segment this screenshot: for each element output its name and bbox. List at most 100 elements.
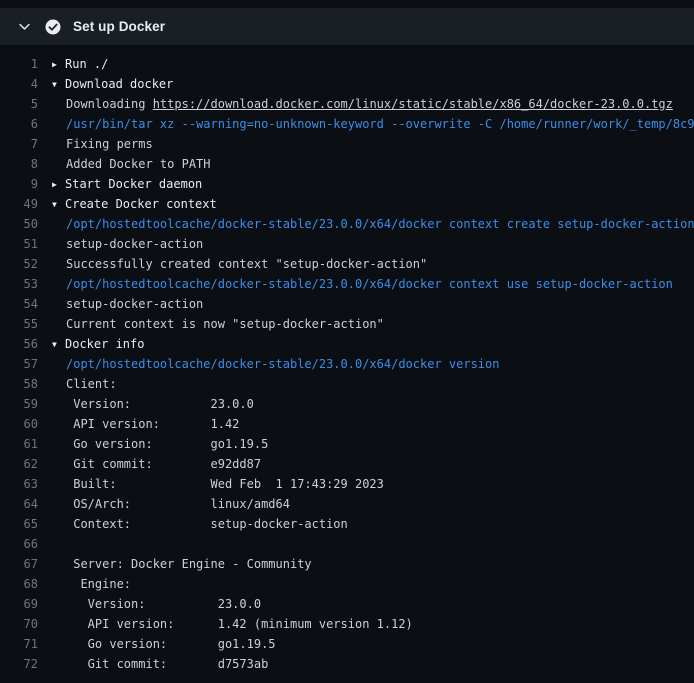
log-text: Downloading https://download.docker.com/…	[52, 97, 694, 111]
log-text: Context: setup-docker-action	[52, 517, 694, 531]
line-number[interactable]: 72	[0, 657, 52, 671]
log-group-header[interactable]: 1▶Run ./	[0, 54, 694, 74]
check-circle-success-icon	[45, 19, 61, 35]
log-group-header[interactable]: 49▼Create Docker context	[0, 194, 694, 214]
command-text: /opt/hostedtoolcache/docker-stable/23.0.…	[52, 217, 694, 231]
triangle-down-icon[interactable]: ▼	[52, 80, 65, 89]
line-number[interactable]: 60	[0, 417, 52, 431]
line-number[interactable]: 63	[0, 477, 52, 491]
line-number[interactable]: 4	[0, 77, 52, 91]
line-number[interactable]: 56	[0, 337, 52, 351]
line-number[interactable]: 7	[0, 137, 52, 151]
log-line: 66	[0, 534, 694, 554]
line-number[interactable]: 9	[0, 177, 52, 191]
log-line: 58Client:	[0, 374, 694, 394]
group-title: Start Docker daemon	[65, 177, 202, 191]
log-line: 64 OS/Arch: linux/amd64	[0, 494, 694, 514]
log-text: Go version: go1.19.5	[52, 637, 694, 651]
log-text: Client:	[52, 377, 694, 391]
line-number[interactable]: 55	[0, 317, 52, 331]
log-line: 57/opt/hostedtoolcache/docker-stable/23.…	[0, 354, 694, 374]
line-number[interactable]: 70	[0, 617, 52, 631]
log-group-header[interactable]: 9▶Start Docker daemon	[0, 174, 694, 194]
line-number[interactable]: 64	[0, 497, 52, 511]
log-line: 52Successfully created context "setup-do…	[0, 254, 694, 274]
step-title: Set up Docker	[73, 19, 165, 34]
log-text: Version: 23.0.0	[52, 397, 694, 411]
line-number[interactable]: 51	[0, 237, 52, 251]
line-number[interactable]: 53	[0, 277, 52, 291]
log-group-header[interactable]: 56▼Docker info	[0, 334, 694, 354]
line-number[interactable]: 50	[0, 217, 52, 231]
line-number[interactable]: 6	[0, 117, 52, 131]
log-text: setup-docker-action	[52, 297, 694, 311]
command-text: /opt/hostedtoolcache/docker-stable/23.0.…	[52, 277, 694, 291]
group-title: Create Docker context	[65, 197, 217, 211]
log-line: 65 Context: setup-docker-action	[0, 514, 694, 534]
log-line: 70 API version: 1.42 (minimum version 1.…	[0, 614, 694, 634]
triangle-right-icon[interactable]: ▶	[52, 60, 65, 69]
log-text: Git commit: d7573ab	[52, 657, 694, 671]
log-line: 51setup-docker-action	[0, 234, 694, 254]
line-number[interactable]: 59	[0, 397, 52, 411]
triangle-down-icon[interactable]: ▼	[52, 200, 65, 209]
line-number[interactable]: 54	[0, 297, 52, 311]
line-number[interactable]: 57	[0, 357, 52, 371]
line-number[interactable]: 52	[0, 257, 52, 271]
triangle-down-icon[interactable]: ▼	[52, 340, 65, 349]
log-text: API version: 1.42	[52, 417, 694, 431]
log-line: 6/usr/bin/tar xz --warning=no-unknown-ke…	[0, 114, 694, 134]
log-line: 55Current context is now "setup-docker-a…	[0, 314, 694, 334]
log-line: 63 Built: Wed Feb 1 17:43:29 2023	[0, 474, 694, 494]
log-line: 62 Git commit: e92dd87	[0, 454, 694, 474]
chevron-down-icon[interactable]	[17, 20, 31, 34]
command-text: /usr/bin/tar xz --warning=no-unknown-key…	[52, 117, 694, 131]
log-text-prefix: Downloading	[66, 97, 153, 111]
line-number[interactable]: 66	[0, 537, 52, 551]
log-text: Fixing perms	[52, 137, 694, 151]
group-title: Run ./	[65, 57, 108, 71]
log-text: Version: 23.0.0	[52, 597, 694, 611]
log-line: 8Added Docker to PATH	[0, 154, 694, 174]
log-line: 59 Version: 23.0.0	[0, 394, 694, 414]
log-text: Go version: go1.19.5	[52, 437, 694, 451]
group-title: Download docker	[65, 77, 173, 91]
log-line: 7Fixing perms	[0, 134, 694, 154]
line-number[interactable]: 58	[0, 377, 52, 391]
log-text: Server: Docker Engine - Community	[52, 557, 694, 571]
log-url-link[interactable]: https://download.docker.com/linux/static…	[153, 97, 673, 111]
triangle-right-icon[interactable]: ▶	[52, 180, 65, 189]
log-group-header[interactable]: 4▼Download docker	[0, 74, 694, 94]
log-text: OS/Arch: linux/amd64	[52, 497, 694, 511]
log-line: 69 Version: 23.0.0	[0, 594, 694, 614]
log-line: 67 Server: Docker Engine - Community	[0, 554, 694, 574]
log-text: Built: Wed Feb 1 17:43:29 2023	[52, 477, 694, 491]
line-number[interactable]: 49	[0, 197, 52, 211]
log-text: Engine:	[52, 577, 694, 591]
line-number[interactable]: 61	[0, 437, 52, 451]
line-number[interactable]: 1	[0, 57, 52, 71]
line-number[interactable]: 69	[0, 597, 52, 611]
log-line: 53/opt/hostedtoolcache/docker-stable/23.…	[0, 274, 694, 294]
command-text: /opt/hostedtoolcache/docker-stable/23.0.…	[52, 357, 694, 371]
log-line: 5Downloading https://download.docker.com…	[0, 94, 694, 114]
log-text: setup-docker-action	[52, 237, 694, 251]
log-text: Git commit: e92dd87	[52, 457, 694, 471]
log-text: Successfully created context "setup-dock…	[52, 257, 694, 271]
log-text: Current context is now "setup-docker-act…	[52, 317, 694, 331]
log-line: 54setup-docker-action	[0, 294, 694, 314]
line-number[interactable]: 67	[0, 557, 52, 571]
log-line: 68 Engine:	[0, 574, 694, 594]
log-line: 71 Go version: go1.19.5	[0, 634, 694, 654]
line-number[interactable]: 68	[0, 577, 52, 591]
log-lines: 1▶Run ./4▼Download docker5Downloading ht…	[0, 45, 694, 674]
line-number[interactable]: 65	[0, 517, 52, 531]
log-line: 72 Git commit: d7573ab	[0, 654, 694, 674]
line-number[interactable]: 62	[0, 457, 52, 471]
step-header[interactable]: Set up Docker	[0, 8, 694, 45]
log-text: API version: 1.42 (minimum version 1.12)	[52, 617, 694, 631]
line-number[interactable]: 8	[0, 157, 52, 171]
line-number[interactable]: 71	[0, 637, 52, 651]
line-number[interactable]: 5	[0, 97, 52, 111]
log-line: 60 API version: 1.42	[0, 414, 694, 434]
